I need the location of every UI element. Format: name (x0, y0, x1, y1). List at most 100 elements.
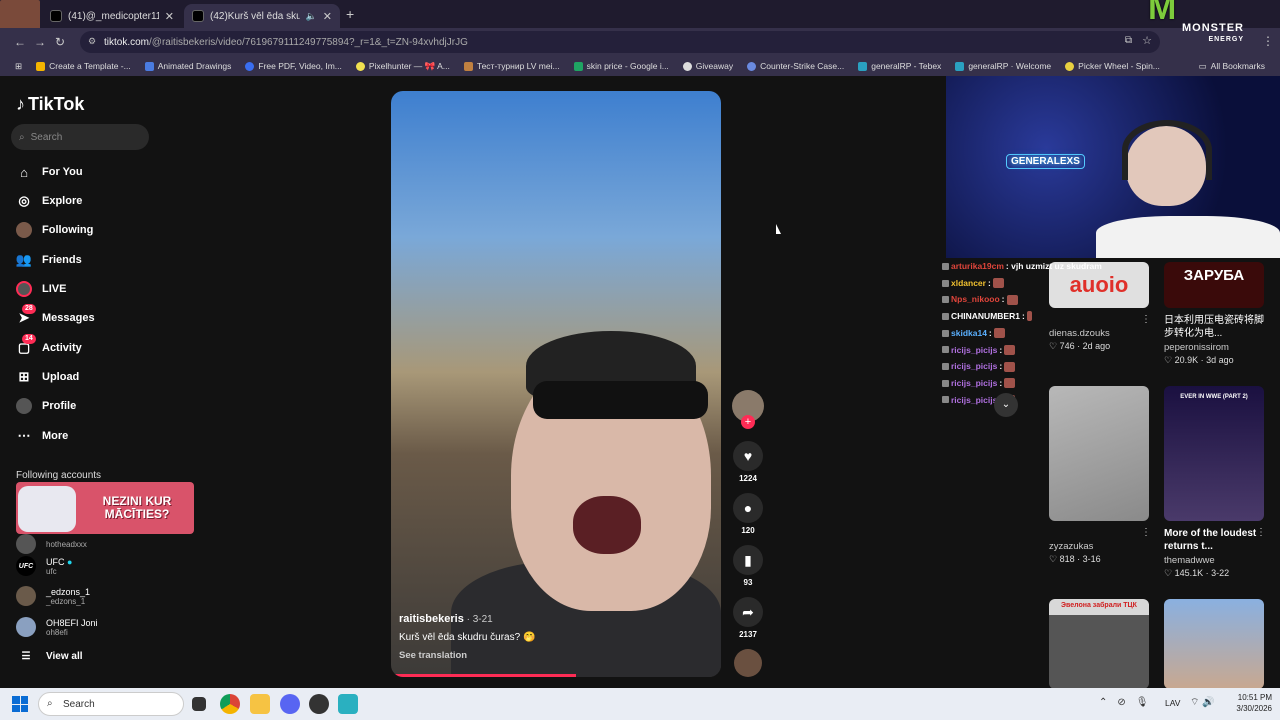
following-accounts-title: Following accounts (16, 470, 102, 481)
bookmark-item[interactable]: Pixelhunter — 🎀 A... (349, 61, 457, 72)
nav-live[interactable]: LIVE (16, 281, 166, 297)
network-icon[interactable]: ⊘ (1117, 697, 1125, 708)
view-all-link[interactable]: ☰ View all (16, 651, 83, 662)
bookmark-item[interactable]: Free PDF, Video, Im... (238, 61, 348, 71)
chat-badge-icon (942, 279, 949, 287)
notepad-icon[interactable] (338, 694, 358, 714)
nav-label: Profile (42, 400, 77, 412)
chevron-up-icon[interactable]: ⌃ (1099, 697, 1107, 708)
search-icon: ⌕ (19, 131, 25, 143)
share-button[interactable]: ➦ 2137 (732, 597, 764, 639)
bookmark-item[interactable]: generalRP - Tebex (851, 61, 948, 71)
follow-plus-icon[interactable]: + (741, 415, 755, 429)
save-button[interactable]: ▮ 93 (732, 545, 764, 587)
site-info-icon[interactable]: ⚙ (88, 36, 96, 47)
card-menu-icon[interactable]: ⋮ (1256, 314, 1266, 325)
close-tab-icon[interactable]: ✕ (323, 10, 332, 23)
new-tab-button[interactable]: + (346, 6, 354, 22)
menu-dots-icon[interactable]: ⋮ (1262, 34, 1274, 48)
search-input[interactable]: ⌕ Search (11, 124, 149, 150)
chrome-icon[interactable] (220, 694, 240, 714)
bookmark-item[interactable]: Counter-Strike Case... (740, 61, 851, 71)
language-indicator[interactable]: LAV (1165, 698, 1180, 708)
messages-badge: 28 (22, 304, 36, 314)
nav-profile[interactable]: Profile (16, 398, 166, 414)
bookmark-label: Pixelhunter — 🎀 A... (368, 60, 450, 71)
video-date: · 3-21 (466, 614, 493, 625)
nav-explore[interactable]: ◎ Explore (16, 193, 166, 209)
windows-start-icon[interactable] (12, 696, 28, 712)
clock[interactable]: 10:51 PM 3/30/2026 (1236, 692, 1272, 714)
bookmark-item[interactable]: Create a Template -... (29, 61, 138, 71)
back-button[interactable]: ← (10, 35, 30, 49)
nav-messages[interactable]: ➤ 28 Messages (16, 304, 166, 326)
video-card[interactable]: ЗАРУБА 日本利用压电瓷砖将脚步转化为电... peperonissirom… (1164, 262, 1264, 366)
bookmark-item[interactable]: Picker Wheel - Spin... (1058, 61, 1167, 71)
video-caption: raitisbekeris · 3-21 Kurš vēl ēda skudru… (399, 610, 535, 665)
see-translation-link[interactable]: See translation (399, 647, 535, 665)
bookmark-item[interactable]: generalRP · Welcome (948, 61, 1058, 71)
video-thumbnail (1049, 386, 1149, 521)
speaker-icon[interactable]: 🔈 (306, 11, 317, 22)
following-account[interactable]: OH8EFI Joni oh8efi (16, 617, 98, 637)
tiktok-logo[interactable]: ♪ TikTok (16, 94, 84, 115)
taskbar-search[interactable]: ⌕ Search (38, 692, 184, 716)
discord-icon[interactable] (280, 694, 300, 714)
apps-grid-icon[interactable]: ⊞ (8, 61, 29, 72)
reload-button[interactable]: ↻ (50, 35, 70, 49)
chat-emote-icon (1004, 378, 1016, 389)
video-card[interactable]: EVER IN WWE (PART 2) More of the loudest… (1164, 386, 1264, 579)
nav-for-you[interactable]: ⌂ For You (16, 164, 166, 180)
card-menu-icon[interactable]: ⋮ (1256, 527, 1266, 538)
chat-message: ricijs_picijs: (942, 375, 1032, 392)
video-player[interactable]: raitisbekeris · 3-21 Kurš vēl ēda skudru… (391, 91, 721, 677)
bookmark-favicon-icon (355, 61, 365, 71)
video-card[interactable]: auoio dienas.dzouks ♡ 746 · 2d ago (1049, 262, 1149, 352)
like-button[interactable]: ♥ 1224 (732, 441, 764, 483)
bookmark-item[interactable]: Тест-турнир LV mei... (457, 61, 567, 71)
following-account[interactable]: UFC UFC ● ufc (16, 556, 72, 576)
microphone-icon[interactable]: 🎙 (1136, 697, 1149, 708)
task-view-icon[interactable] (192, 697, 206, 711)
forward-button[interactable]: → (30, 35, 50, 49)
video-progress-bar[interactable] (391, 674, 576, 677)
following-account[interactable]: _edzons_1 _edzons_1 (16, 586, 90, 606)
bookmark-favicon-icon (245, 61, 255, 71)
nav-upload[interactable]: ⊞ Upload (16, 369, 166, 385)
chat-badge-icon (942, 262, 949, 270)
following-account[interactable]: hotheadxxx (16, 534, 87, 554)
all-bookmarks-button[interactable]: ▭ All Bookmarks (1192, 61, 1272, 72)
video-card[interactable] (1164, 599, 1264, 689)
video-card[interactable]: zyzazukas ♡ 818 · 3-16 (1049, 386, 1149, 565)
video-author[interactable]: raitisbekeris (399, 613, 464, 625)
promo-banner[interactable]: NEZINI KUR MĀCĪTIES? (16, 482, 194, 534)
search-icon: ⌕ (47, 698, 53, 709)
browser-tab-2[interactable]: (42)Kurš vēl ēda skudru čura 🔈 ✕ (184, 4, 340, 28)
chat-badge-icon (942, 346, 949, 354)
url-field[interactable]: ⚙ tiktok.com/@raitisbekeris/video/761967… (80, 31, 1160, 53)
obs-icon[interactable] (309, 694, 329, 714)
chat-text: : (999, 344, 1003, 355)
nav-friends[interactable]: 👥 Friends (16, 252, 166, 268)
browser-tab-1[interactable]: (41)@_medicopter117_ #medic ✕ (42, 4, 182, 28)
video-card[interactable]: Эвелона забрали ТЦК (1049, 599, 1149, 689)
bookmark-item[interactable]: Giveaway (676, 61, 740, 71)
bookmark-item[interactable]: skin price - Google i... (567, 61, 676, 71)
nav-more[interactable]: ⋯ More (16, 428, 166, 444)
close-tab-icon[interactable]: ✕ (165, 10, 174, 23)
author-avatar-button[interactable]: + (732, 390, 764, 429)
card-menu-icon[interactable]: ⋮ (1141, 314, 1151, 325)
card-meta: ♡ 20.9K · 3d ago (1164, 355, 1234, 365)
sound-avatar-button[interactable] (732, 649, 764, 677)
account-avatar (16, 586, 36, 606)
nav-activity[interactable]: ▢ 14 Activity (16, 334, 166, 356)
nav-following[interactable]: Following (16, 222, 166, 238)
comment-button[interactable]: ● 120 (732, 493, 764, 535)
file-explorer-icon[interactable] (250, 694, 270, 714)
bookmark-item[interactable]: Animated Drawings (138, 61, 239, 71)
chevron-down-icon[interactable]: ⌄ (994, 393, 1018, 417)
wifi-volume-icons[interactable]: ⌔ 🔊 (1190, 696, 1215, 709)
card-menu-icon[interactable]: ⋮ (1141, 527, 1151, 538)
friends-icon: 👥 (15, 252, 33, 267)
install-app-icon[interactable]: ⧉ (1125, 35, 1132, 46)
